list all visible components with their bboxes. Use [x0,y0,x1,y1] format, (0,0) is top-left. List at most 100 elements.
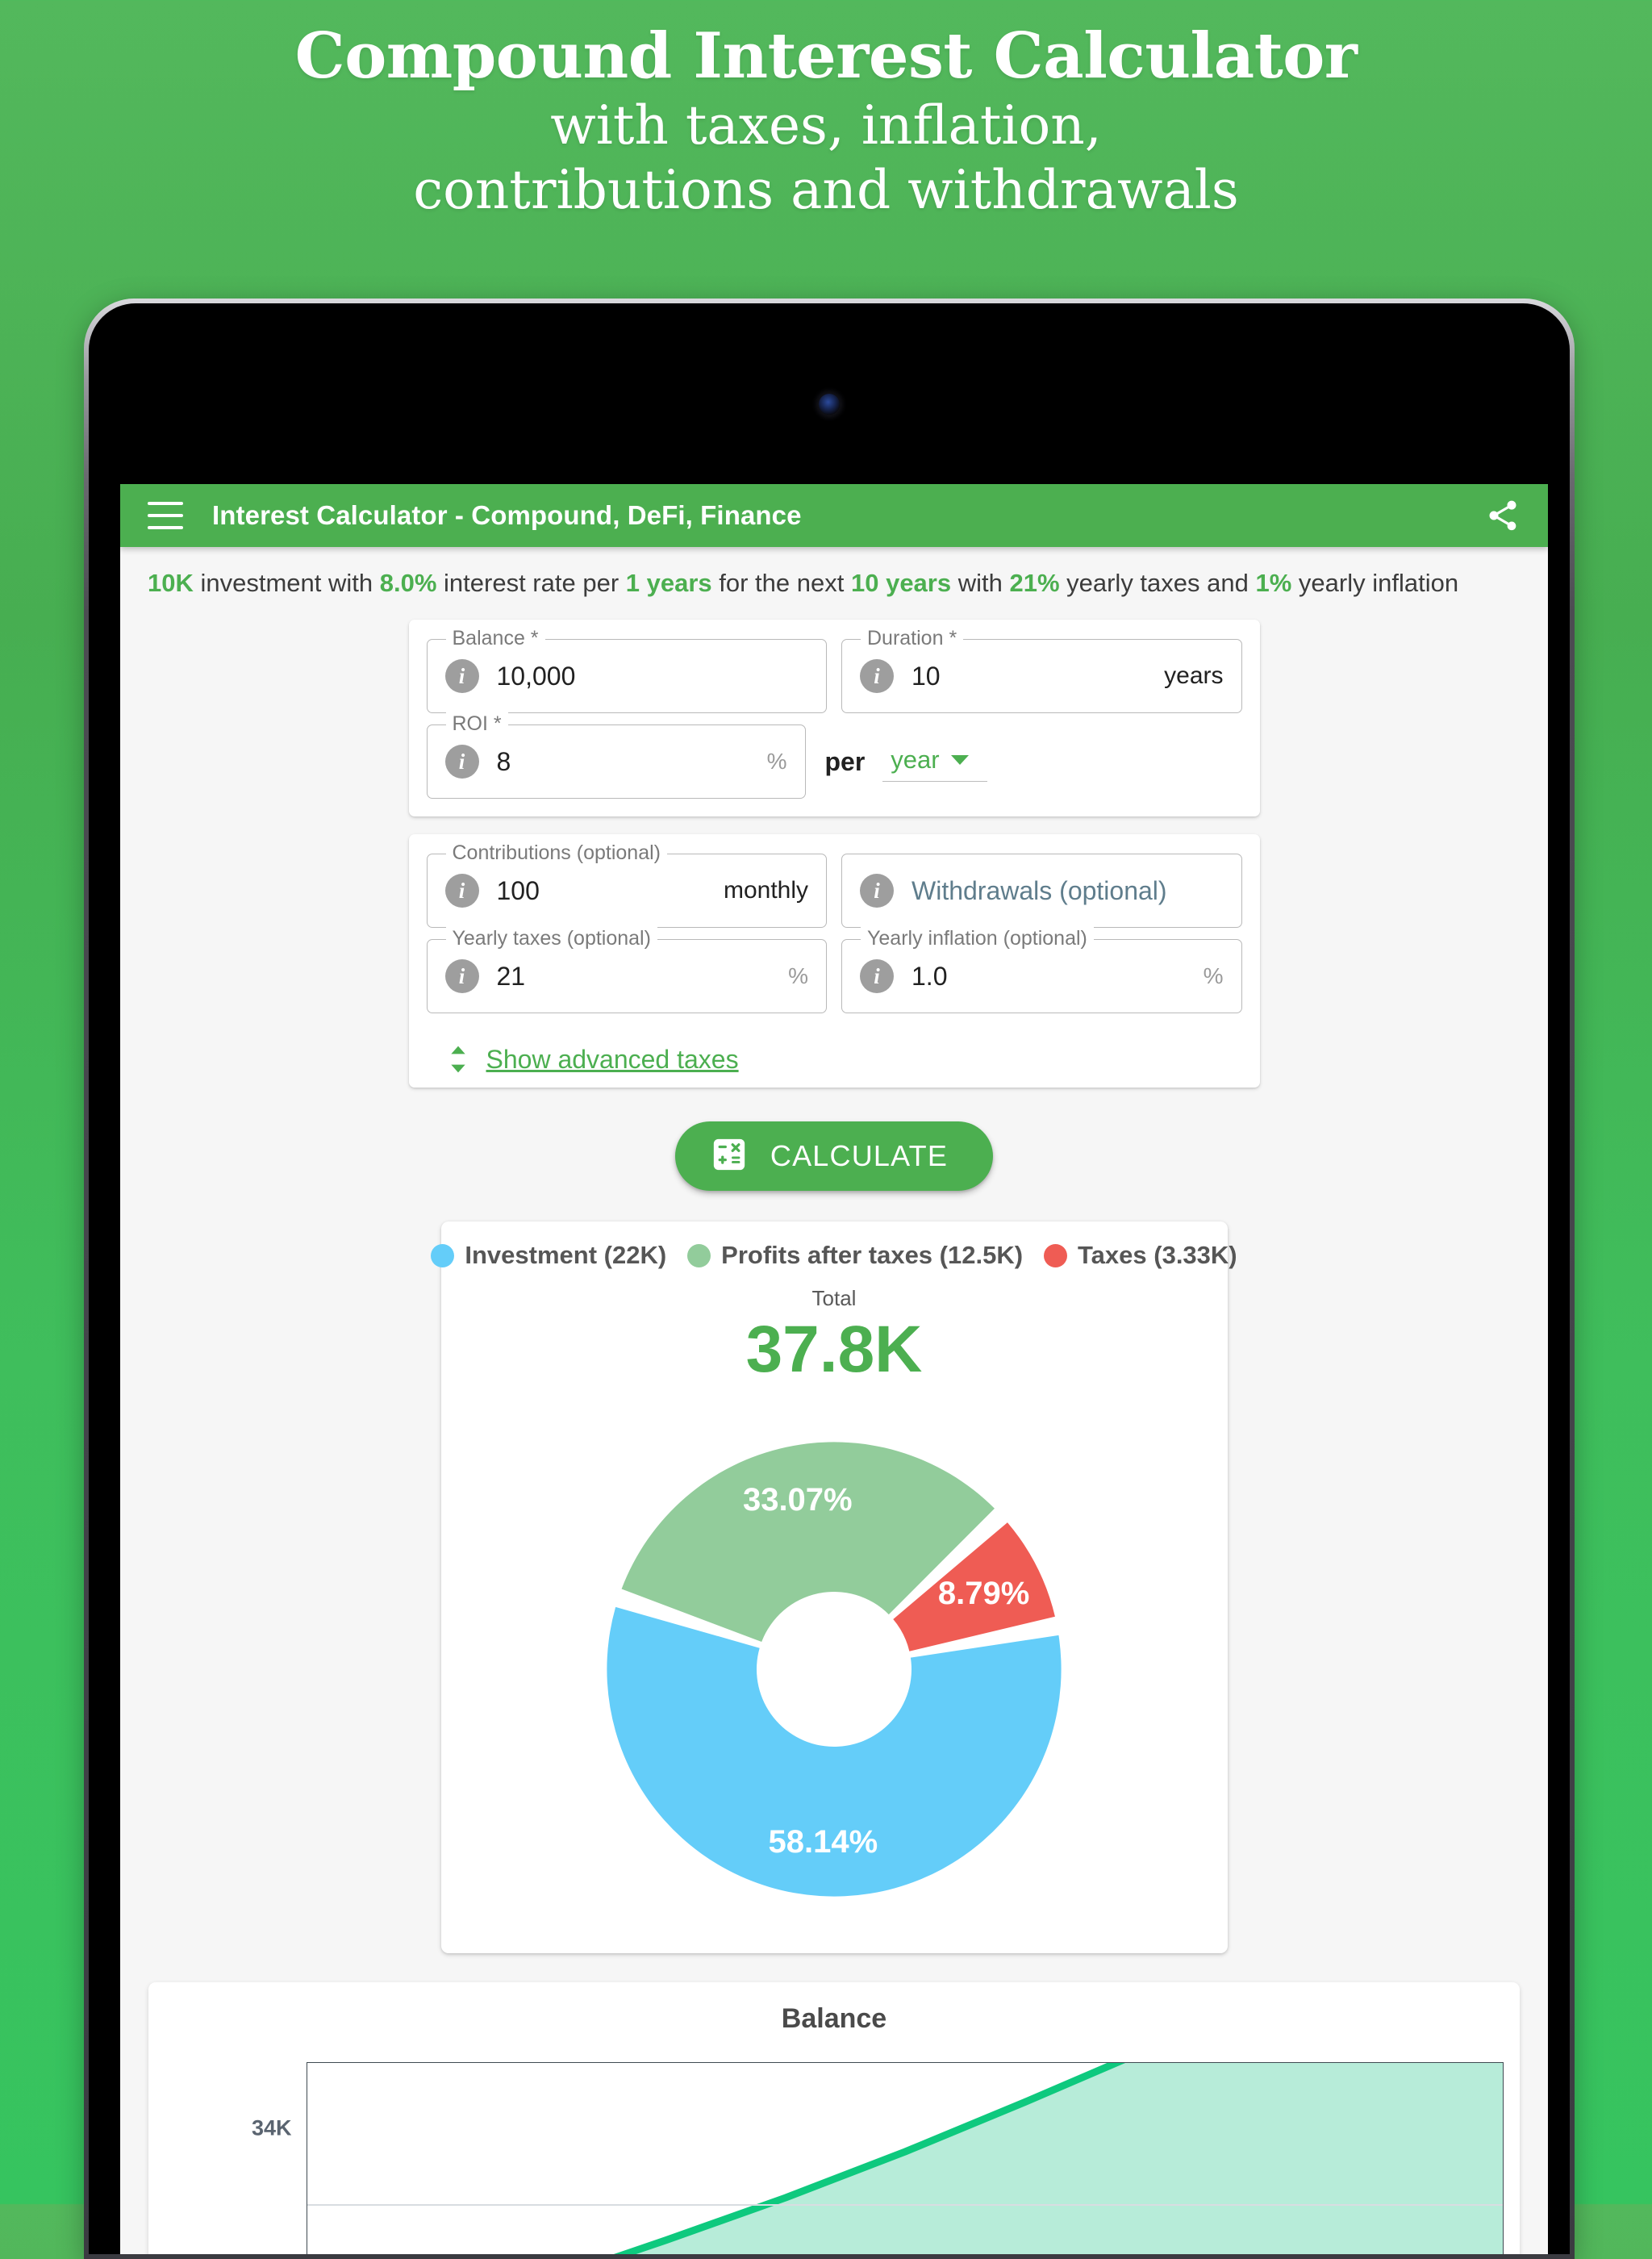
duration-input[interactable]: 10 [912,662,1164,691]
roi-unit: % [766,749,787,774]
legend-color-dot [431,1243,455,1267]
info-icon[interactable]: i [860,874,894,908]
yearly-inflation-input[interactable]: 1.0 [912,962,1204,992]
show-advanced-taxes-toggle[interactable]: Show advanced taxes [448,1044,1242,1075]
legend-item[interactable]: Profits after taxes (12.5K) [687,1241,1023,1270]
info-icon[interactable]: i [860,959,894,993]
calculate-button-label: CALCULATE [770,1139,949,1172]
yearly-taxes-field[interactable]: Yearly taxes (optional) i 21 % [426,927,827,1013]
legend-color-dot [1044,1243,1068,1267]
period-dropdown[interactable]: year [882,742,988,782]
donut-slice-label: 8.79% [938,1576,1029,1611]
withdrawals-input[interactable]: Withdrawals (optional) [912,876,1224,906]
summary-period: 1 years [625,569,712,597]
duration-label: Duration * [861,627,964,650]
promo-subtitle-line2: contributions and withdrawals [413,159,1239,221]
contributions-frequency: monthly [723,877,808,904]
pie-chart-card: Investment (22K) Profits after taxes (12… [431,1221,1237,1953]
calculation-summary-text: 10K investment with 8.0% interest rate p… [120,547,1548,607]
calculator-icon [711,1136,748,1177]
withdrawals-field[interactable]: i Withdrawals (optional) [841,854,1242,928]
legend-label: Investment (22K) [465,1241,667,1269]
app-bar-title: Interest Calculator - Compound, DeFi, Fi… [212,500,802,530]
donut-slice-label: 58.14% [769,1824,878,1860]
promo-subtitle-line1: with taxes, inflation, [550,94,1102,157]
contributions-input[interactable]: 100 [497,876,724,906]
legend-color-dot [687,1243,711,1267]
roi-input[interactable]: 8 [497,747,767,777]
summary-taxes: 21% [1009,569,1060,597]
promo-title: Compound Interest Calculator [294,19,1358,93]
summary-inflation: 1% [1255,569,1292,597]
roi-row: ROI * i 8 % per year [426,712,1242,799]
yearly-inflation-label: Yearly inflation (optional) [861,927,1094,950]
info-icon[interactable]: i [860,659,894,693]
unfold-more-icon [448,1044,469,1075]
yearly-inflation-unit: % [1203,963,1224,988]
legend-label: Taxes (3.33K) [1078,1241,1237,1269]
donut-chart: 58.14% 33.07% 8.79% [457,1411,1212,1927]
balance-area-fill [624,1982,1503,2254]
yearly-taxes-input[interactable]: 21 [497,962,789,992]
legend-item[interactable]: Investment (22K) [431,1241,666,1270]
info-icon[interactable]: i [444,659,479,693]
summary-roi: 8.0% [379,569,437,597]
front-camera-icon [819,394,840,415]
contributions-label: Contributions (optional) [445,841,667,865]
device-screen: Interest Calculator - Compound, DeFi, Fi… [120,484,1548,2254]
info-icon[interactable]: i [444,745,479,779]
summary-text-2: interest rate per [436,569,626,597]
balance-label: Balance * [445,627,545,650]
info-icon[interactable]: i [444,874,479,908]
summary-text-6: yearly inflation [1291,569,1459,597]
contributions-withdrawals-row: Contributions (optional) i 100 monthly i… [426,841,1242,928]
tablet-device-frame: Interest Calculator - Compound, DeFi, Fi… [84,299,1575,2259]
donut-chart-svg[interactable]: 58.14% 33.07% 8.79% [576,1411,1092,1927]
app-bar: Interest Calculator - Compound, DeFi, Fi… [120,484,1548,547]
gridline [307,2204,1503,2206]
summary-text-3: for the next [711,569,851,597]
y-axis-tick-label: 34K [252,2115,292,2140]
legend-label: Profits after taxes (12.5K) [721,1241,1024,1269]
roi-field[interactable]: ROI * i 8 % [426,712,806,799]
summary-balance: 10K [148,569,194,597]
optional-inputs-card: Contributions (optional) i 100 monthly i… [408,834,1260,1088]
promo-header: Compound Interest Calculator with taxes,… [0,0,1652,223]
show-advanced-taxes-label: Show advanced taxes [486,1044,739,1074]
required-inputs-card: Balance * i 10,000 Duration * i 10 years [408,620,1260,816]
total-value: 37.8K [745,1313,923,1386]
yearly-taxes-unit: % [788,963,808,988]
hamburger-menu-icon[interactable] [148,502,183,529]
tablet-bezel: Interest Calculator - Compound, DeFi, Fi… [89,303,1570,2254]
summary-duration: 10 years [850,569,952,597]
balance-input[interactable]: 10,000 [497,662,809,691]
summary-text-4: with [951,569,1010,597]
duration-field[interactable]: Duration * i 10 years [841,627,1242,713]
pie-chart-legend: Investment (22K) Profits after taxes (12… [431,1241,1237,1270]
balance-duration-row: Balance * i 10,000 Duration * i 10 years [426,627,1242,713]
share-icon[interactable] [1485,498,1521,533]
per-label: per [824,746,866,776]
summary-text-5: yearly taxes and [1059,569,1256,597]
yearly-inflation-field[interactable]: Yearly inflation (optional) i 1.0 % [841,927,1242,1013]
balance-chart-plot-area [307,1982,1504,2254]
roi-label: ROI * [445,712,508,736]
info-icon[interactable]: i [444,959,479,993]
duration-unit: years [1164,662,1224,689]
donut-slice-label: 33.07% [743,1482,853,1518]
calculate-button-row: CALCULATE [120,1121,1548,1191]
total-label: Total [811,1286,857,1310]
balance-field[interactable]: Balance * i 10,000 [426,627,827,713]
period-dropdown-value: year [891,745,940,774]
balance-chart-title: Balance [781,2003,887,2034]
summary-text-1: investment with [193,569,380,597]
balance-chart-card: Balance 34K 30K [148,1982,1520,2254]
balance-chart-plot: 34K 30K [148,1982,1520,2254]
contributions-field[interactable]: Contributions (optional) i 100 monthly [426,841,827,928]
taxes-inflation-row: Yearly taxes (optional) i 21 % Yearly in… [426,927,1242,1013]
legend-item[interactable]: Taxes (3.33K) [1044,1241,1237,1270]
yearly-taxes-label: Yearly taxes (optional) [445,927,657,950]
calculate-button[interactable]: CALCULATE [674,1121,994,1191]
chevron-down-icon [950,754,969,765]
balance-area-series [307,1982,1503,2254]
